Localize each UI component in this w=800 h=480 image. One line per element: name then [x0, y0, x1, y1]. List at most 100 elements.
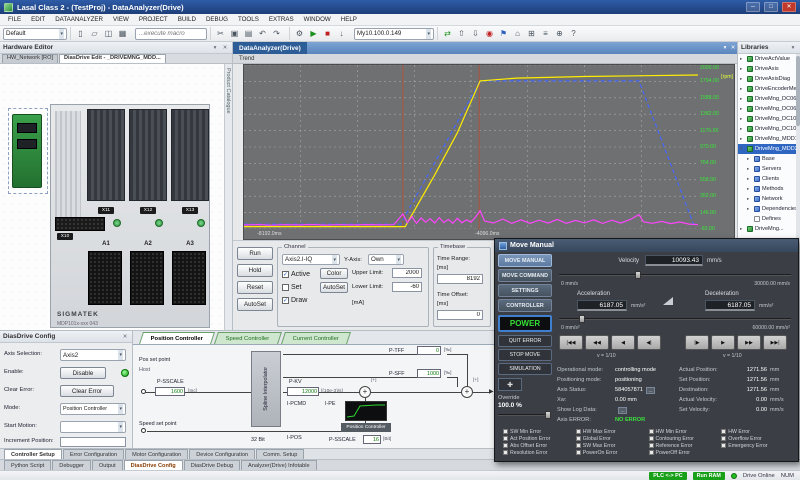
- grid-icon[interactable]: ⊞: [525, 27, 538, 40]
- menu-dataanalyzer[interactable]: DATAANALYZER: [51, 15, 107, 24]
- connect-icon[interactable]: ⇄: [441, 27, 454, 40]
- analyzer-tab[interactable]: DataAnalyzer(Drive): [233, 42, 307, 54]
- reset-button[interactable]: Reset: [237, 281, 273, 294]
- deceleration-field[interactable]: 6187.05: [705, 300, 755, 311]
- y-axis-combo[interactable]: Own ▾: [368, 254, 404, 265]
- step-icon[interactable]: ↓: [335, 27, 348, 40]
- checkbox-draw[interactable]: ✓ Draw: [282, 294, 318, 307]
- error-checkbox[interactable]: [575, 450, 581, 455]
- tab-diasdrive-edit[interactable]: DiasDrive Edit - _DRIVEMNG_MDD...: [59, 54, 166, 63]
- upload-icon[interactable]: ⇧: [455, 27, 468, 40]
- library-item-drivemng-dc061[interactable]: ▸ DriveMng_DC061: [738, 94, 796, 104]
- tab-python-script[interactable]: Python Script: [4, 460, 52, 470]
- tab-device-configuration[interactable]: Device Configuration: [189, 449, 256, 459]
- jog-right-1[interactable]: ▶: [711, 335, 735, 350]
- library-item-drivemng-dc101[interactable]: ▸ DriveMng_DC101: [738, 114, 796, 124]
- close-button[interactable]: ✕: [782, 2, 796, 12]
- close-icon[interactable]: ✕: [121, 334, 129, 340]
- tab-output[interactable]: Output: [91, 460, 123, 470]
- connection-combo[interactable]: My10.100.0.149 ▾: [354, 27, 434, 40]
- pin-icon[interactable]: ▾: [211, 45, 219, 51]
- error-checkbox[interactable]: [503, 443, 508, 448]
- jog-right-0[interactable]: |▶: [685, 335, 709, 350]
- library-item-drivemng[interactable]: ▸ DriveMng...: [738, 224, 796, 234]
- close-icon[interactable]: ✕: [729, 45, 737, 51]
- clear-error-button[interactable]: Clear Error: [60, 385, 114, 397]
- tab-debugger[interactable]: Debugger: [52, 460, 91, 470]
- target-icon[interactable]: ⊕: [553, 27, 566, 40]
- product-catalogue-strip[interactable]: Product Catalogue: [224, 64, 232, 330]
- p-tff-input[interactable]: [417, 346, 441, 355]
- upper-limit-input[interactable]: [392, 268, 422, 278]
- velocity-field[interactable]: 10093.43: [645, 255, 703, 266]
- help-icon[interactable]: ?: [567, 27, 580, 40]
- tab-analyzer-drive-infotable[interactable]: Analyzer(Drive) Infotable: [241, 460, 317, 470]
- library-item-driveencodermemory[interactable]: ▸ DriveEncoderMemory: [738, 84, 796, 94]
- stop-icon[interactable]: ■: [321, 27, 334, 40]
- menu-project[interactable]: PROJECT: [135, 15, 172, 24]
- hardware-canvas[interactable]: X11 X12 X13 X10 A1 A2 A3 SIGMATEK MDP101…: [0, 64, 224, 330]
- tab-diasdrive-config[interactable]: DiasDrive Config: [123, 460, 183, 470]
- error-checkbox[interactable]: [575, 443, 581, 448]
- error-checkbox[interactable]: [721, 436, 727, 441]
- jog-left-2[interactable]: ◀: [611, 335, 635, 350]
- menu-view[interactable]: VIEW: [109, 15, 133, 24]
- velocity-slider[interactable]: [559, 270, 791, 279]
- error-checkbox[interactable]: [648, 450, 654, 455]
- run-icon[interactable]: ▶: [307, 27, 320, 40]
- close-icon[interactable]: ✕: [221, 45, 229, 51]
- monitor-icon[interactable]: ◉: [483, 27, 496, 40]
- position-controller-block[interactable]: Position Controller: [341, 423, 391, 432]
- run-button[interactable]: Run: [237, 247, 273, 260]
- p-sscale-out-input[interactable]: [363, 435, 381, 444]
- tab-motor-configuration[interactable]: Motor Configuration: [125, 449, 189, 459]
- library-item-drivemng-mdd2000[interactable]: ▾ DriveMng_MDD2000: [738, 144, 796, 154]
- color-button[interactable]: Color: [320, 268, 348, 279]
- library-item-driveactvalue[interactable]: ▸ DriveActValue: [738, 54, 796, 64]
- compile-icon[interactable]: ⚙: [293, 27, 306, 40]
- nav-move-manual[interactable]: MOVE MANUAL: [498, 254, 552, 267]
- menu-build[interactable]: BUILD: [174, 15, 200, 24]
- bookmark-icon[interactable]: ⚑: [497, 27, 510, 40]
- home-icon[interactable]: ⌂: [511, 27, 524, 40]
- minimize-button[interactable]: ─: [746, 2, 760, 12]
- safety-module[interactable]: [12, 114, 42, 188]
- menu-window[interactable]: WINDOW: [300, 15, 335, 24]
- library-item-drivemng-mdd100[interactable]: ▸ DriveMng_MDD100: [738, 134, 796, 144]
- library-item-driveaxisdiag[interactable]: ▸ DriveAxisDiag: [738, 74, 796, 84]
- jog-right-3[interactable]: ▶▶|: [763, 335, 787, 350]
- spline-interpolator-block[interactable]: Spline Interpolator: [251, 351, 281, 427]
- library-item-clients[interactable]: ▸ Clients: [738, 174, 796, 184]
- menu-file[interactable]: FILE: [4, 15, 25, 24]
- library-item-driveaxis[interactable]: ▸ DriveAxis: [738, 64, 796, 74]
- dialog-title-bar[interactable]: Move Manual: [495, 239, 798, 252]
- error-checkbox[interactable]: [503, 450, 508, 455]
- stop-move-button[interactable]: STOP MOVE: [498, 349, 552, 361]
- error-checkbox[interactable]: [721, 429, 727, 434]
- menu-extras[interactable]: EXTRAS: [265, 15, 298, 24]
- jog-left-3[interactable]: ◀|: [637, 335, 661, 350]
- crosshair-button[interactable]: ✚: [498, 378, 522, 391]
- library-item-defines[interactable]: Defines: [738, 214, 796, 224]
- profile-combo[interactable]: Default ▾: [3, 27, 67, 40]
- nav-move-command[interactable]: MOVE COMMAND: [498, 269, 552, 282]
- increment-position-input[interactable]: [60, 437, 126, 447]
- checkbox-active[interactable]: ✓ Active: [282, 268, 318, 281]
- error-checkbox[interactable]: [503, 429, 508, 434]
- p-kv-input[interactable]: [287, 387, 319, 396]
- list-icon[interactable]: ≡: [539, 27, 552, 40]
- override-slider[interactable]: [498, 410, 551, 419]
- nav-controller[interactable]: CONTROLLER: [498, 299, 552, 312]
- redo-icon[interactable]: ↷: [270, 27, 283, 40]
- error-checkbox[interactable]: [503, 436, 508, 441]
- menu-help[interactable]: HELP: [337, 15, 361, 24]
- library-item-drivemng-dc062[interactable]: ▸ DriveMng_DC062: [738, 104, 796, 114]
- trend-chart[interactable]: 2000.00 1794.00 1588.00 1382.00 1176.00 970.0…: [243, 64, 735, 240]
- menu-debug[interactable]: DEBUG: [202, 15, 232, 24]
- error-checkbox[interactable]: [721, 443, 727, 448]
- tab-position-controller[interactable]: Position Controller: [139, 332, 216, 344]
- tab-diasdrive-debug[interactable]: DiasDrive Debug: [183, 460, 241, 470]
- tab-comm-setup[interactable]: Comm. Setup: [256, 449, 305, 459]
- error-checkbox[interactable]: [575, 429, 581, 434]
- nav-settings[interactable]: SETTINGS: [498, 284, 552, 297]
